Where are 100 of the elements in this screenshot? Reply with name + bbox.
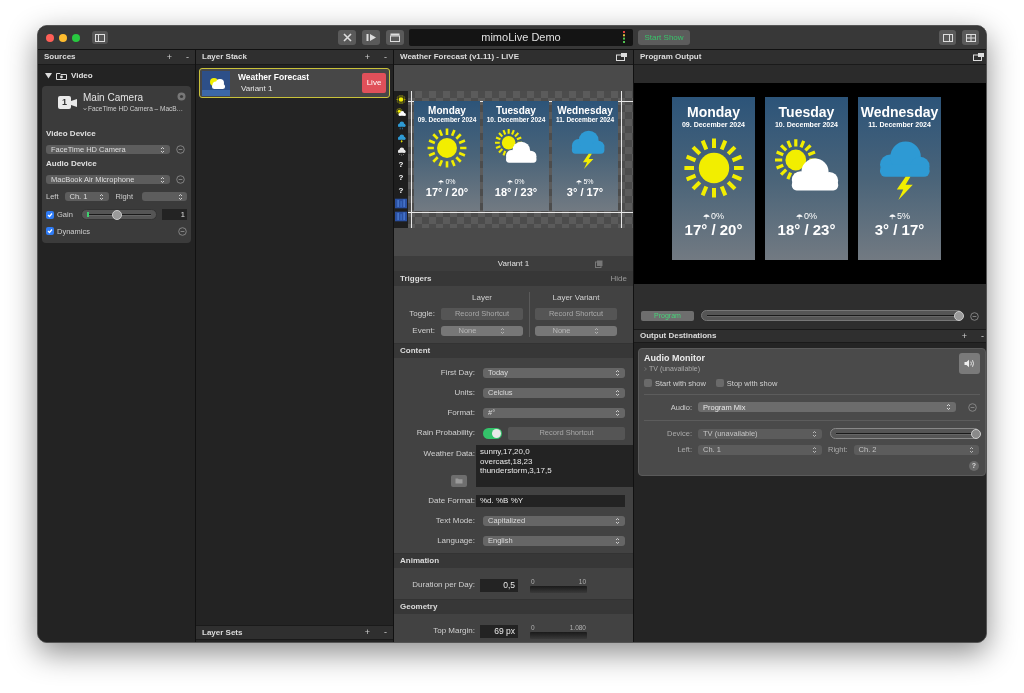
toggle-switch[interactable] [483,427,502,439]
sun-cloud-icon [395,107,407,118]
panel-title: Layer Stack [202,51,247,63]
day-name: Wednesday [557,105,613,116]
slider[interactable] [830,428,980,440]
slider[interactable] [701,310,963,321]
slider-track[interactable] [530,631,587,639]
updown-icon [594,326,600,335]
rain-chance: 0% [711,211,724,221]
text-line: thunderstorm,3,17,5 [480,466,553,476]
remove-button[interactable]: - [384,628,387,637]
number-field[interactable]: 0,5 [480,578,518,592]
column-header: Layer Variant [551,291,601,304]
field-label: Date Format: [427,495,475,507]
slider-thumb[interactable] [971,428,981,439]
umbrella-icon [507,179,514,185]
bar-thumbnail-icon [395,198,407,209]
day-name: Tuesday [496,105,536,116]
add-button[interactable]: + [364,628,370,637]
remove-button[interactable]: - [981,331,984,341]
question-mark[interactable]: ? [398,158,404,171]
temperature-range: 18° / 23° [494,186,538,199]
popout-icon[interactable] [616,53,627,61]
checkmark-icon [47,211,53,218]
variant-name: Variant 1 [241,83,274,94]
slider-thumb[interactable] [954,310,964,321]
grid-layout-button[interactable] [962,30,979,45]
field-label: Duration per Day: [411,579,475,591]
number-field[interactable]: 69 px [480,624,518,638]
section-title: Animation [400,555,440,567]
remove-button[interactable]: - [384,52,387,62]
panel-title: Program Output [640,51,702,63]
checkbox[interactable] [644,379,652,388]
close-button[interactable] [46,33,54,42]
start-show-button[interactable]: Start Show [638,30,690,45]
speaker-button[interactable] [959,353,980,374]
x-icon [342,33,352,42]
checkbox[interactable] [46,210,54,219]
close-show-button[interactable] [338,30,356,45]
disclosure-triangle-icon[interactable] [45,72,52,79]
slider-thumb[interactable] [111,209,122,220]
add-button[interactable]: + [166,52,172,62]
hide-button[interactable]: Hide [610,272,627,285]
section-label: Video Device [46,128,97,140]
play-button[interactable] [362,30,380,45]
live-button[interactable]: Live [362,73,386,93]
updown-icon [178,192,183,201]
minus-circle-icon[interactable] [970,312,979,321]
updown-icon [615,409,620,417]
section-label: Audio Device [46,158,98,170]
field-label: Top Margin: [432,625,475,637]
layer-item[interactable]: Weather Forecast Variant 1 Live [199,68,390,98]
minus-circle-icon[interactable] [178,226,187,236]
destination-name: Audio Monitor [644,353,705,364]
checkbox[interactable] [46,227,54,236]
storm-cloud-icon [395,133,407,144]
layout-button[interactable] [939,30,956,45]
field-label: Event: [411,324,435,337]
section-title: Geometry [400,601,438,613]
question-mark[interactable]: ? [398,184,404,197]
day-name: Monday [687,104,740,120]
text-line: overcast,18,23 [480,456,534,466]
source-name: Main Camera [83,92,144,104]
settings-icon[interactable] [177,92,186,101]
text-area[interactable]: sunny,17,20,0 overcast,18,23 thunderstorm,3,17,5 [476,445,633,487]
question-mark[interactable]: ? [398,171,404,184]
remove-button[interactable]: - [186,52,189,62]
panel-title: Weather Forecast (v1.11) - LIVE [400,51,519,63]
add-button[interactable]: + [364,52,370,62]
field-label: Rain Probability: [415,427,475,439]
clapperboard-button[interactable] [386,30,404,45]
minus-circle-icon[interactable] [176,175,185,184]
sidebar-button[interactable] [92,31,108,44]
updown-icon [615,537,620,545]
temperature-range: 17° / 20° [684,221,743,239]
checkbox[interactable] [715,379,724,388]
text-field[interactable]: %d. %B %Y [476,495,625,507]
copy-icon[interactable] [595,259,603,268]
field-label: Text Mode: [434,515,475,527]
column-header: Layer [471,291,493,304]
zoom-button[interactable] [72,33,80,42]
minus-circle-icon[interactable] [176,145,185,154]
updown-icon [615,389,620,397]
panel-title: Layer Sets [202,626,243,639]
add-button[interactable]: + [961,331,967,341]
panel-title: Output Destinations [640,330,717,342]
slider[interactable] [80,209,157,221]
updown-icon [160,175,165,184]
updown-icon [968,445,974,454]
rain-chance: 5% [897,211,910,221]
slider-track[interactable] [530,585,587,593]
speaker-icon [964,359,975,368]
panel-title: Sources [44,51,76,63]
section-title: Triggers [400,272,432,285]
umbrella-icon [703,212,710,220]
popout-icon[interactable] [973,53,984,61]
text-line: sunny,17,20,0 [480,447,531,457]
snow-cloud-icon [395,146,407,157]
field-label: First Day: [439,367,475,379]
minimize-button[interactable] [59,33,67,42]
